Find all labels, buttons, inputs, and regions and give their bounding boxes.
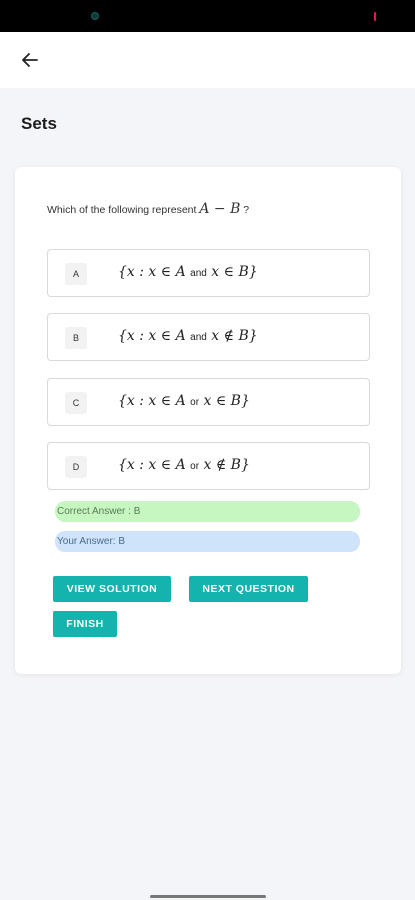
your-answer-bar: Your Answer: B [55,531,360,552]
arrow-left-icon [22,53,38,67]
option-text: {x : x ∈ A or x ∉ B} [118,457,250,473]
camera-icon [91,12,99,20]
home-indicator [150,895,266,898]
option-b[interactable]: B {x : x ∈ A and x ∉ B} [47,313,370,361]
option-letter: D [65,456,87,478]
option-text: {x : x ∈ A and x ∉ B} [118,328,258,344]
option-c[interactable]: C {x : x ∈ A or x ∈ B} [47,378,370,426]
back-button[interactable] [12,42,48,78]
app-bar [0,32,415,88]
correct-answer-bar: Correct Answer : B [55,501,360,522]
option-text: {x : x ∈ A or x ∈ B} [118,393,250,409]
finish-button[interactable]: FINISH [53,611,117,637]
question-text: Which of the following represent A − B ? [47,201,249,217]
option-letter: A [65,263,87,285]
status-bar [0,0,415,32]
question-suffix: ? [243,204,250,216]
question-card: Which of the following represent A − B ?… [15,167,401,674]
option-d[interactable]: D {x : x ∈ A or x ∉ B} [47,442,370,490]
page-title: Sets [21,114,57,133]
option-a[interactable]: A {x : x ∈ A and x ∈ B} [47,249,370,297]
question-prefix: Which of the following represent [47,204,197,216]
next-question-button[interactable]: NEXT QUESTION [189,576,308,602]
view-solution-button[interactable]: VIEW SOLUTION [53,576,171,602]
option-text: {x : x ∈ A and x ∈ B} [118,264,258,280]
question-math: A − B [199,201,241,217]
status-indicator-icon [374,12,376,21]
option-letter: B [65,327,87,349]
option-letter: C [65,392,87,414]
